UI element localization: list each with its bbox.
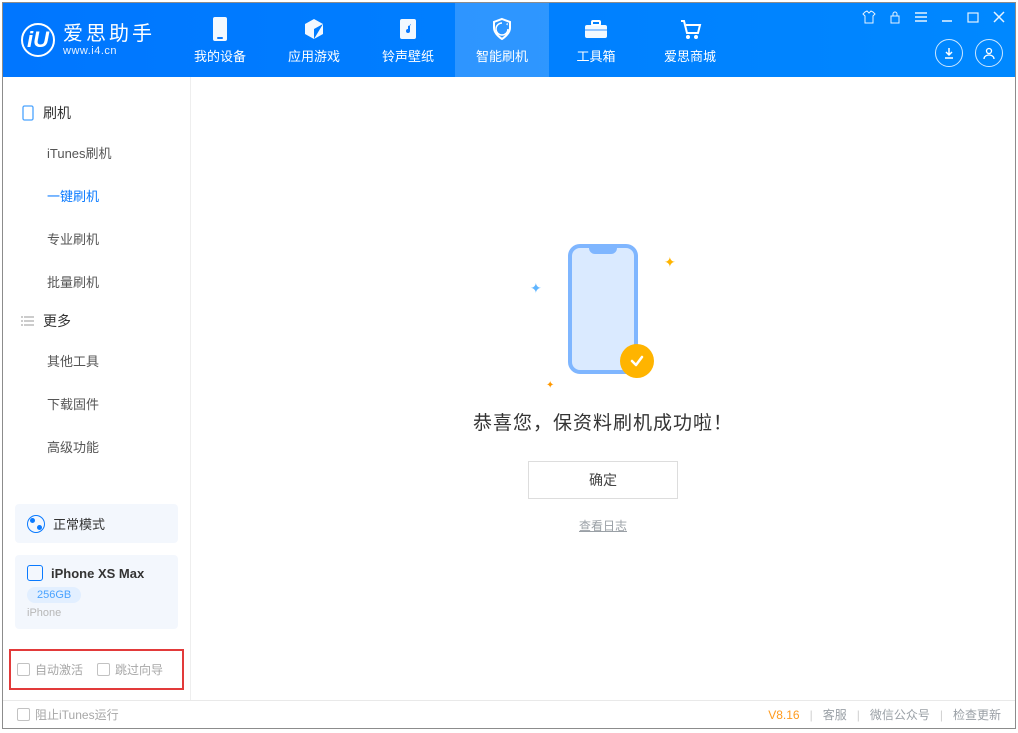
nav-ringtone-wallpaper[interactable]: 铃声壁纸 <box>361 3 455 77</box>
toolbox-icon <box>583 16 609 42</box>
phone-icon <box>207 16 233 42</box>
sidebar-group-flash: 刷机 <box>3 95 190 131</box>
checkbox-icon <box>17 708 30 721</box>
app-window: iU 爱思助手 www.i4.cn 我的设备 应用游戏 铃声壁纸 智能刷机 <box>2 2 1016 729</box>
checkbox-icon <box>17 663 30 676</box>
footer-link-wechat[interactable]: 微信公众号 <box>870 706 930 723</box>
list-icon <box>21 314 35 328</box>
checkmark-badge-icon <box>620 344 654 378</box>
success-message: 恭喜您，保资料刷机成功啦！ <box>473 408 733 435</box>
app-url: www.i4.cn <box>63 45 155 57</box>
sidebar-item-itunes-flash[interactable]: iTunes刷机 <box>47 131 190 174</box>
view-log-link[interactable]: 查看日志 <box>579 517 627 534</box>
header: iU 爱思助手 www.i4.cn 我的设备 应用游戏 铃声壁纸 智能刷机 <box>3 3 1015 77</box>
nav-my-device[interactable]: 我的设备 <box>173 3 267 77</box>
sidebar-item-pro-flash[interactable]: 专业刷机 <box>47 217 190 260</box>
device-name: iPhone XS Max <box>51 566 144 581</box>
shield-icon <box>489 16 515 42</box>
window-controls <box>861 9 1007 25</box>
nav-store[interactable]: 爱思商城 <box>643 3 737 77</box>
sparkle-icon: ✦ <box>664 254 674 264</box>
sidebar-item-batch-flash[interactable]: 批量刷机 <box>47 260 190 303</box>
checkbox-block-itunes[interactable]: 阻止iTunes运行 <box>17 706 119 723</box>
checkbox-icon <box>97 663 110 676</box>
storage-badge: 256GB <box>27 587 81 603</box>
nav-toolbox[interactable]: 工具箱 <box>549 3 643 77</box>
sparkle-icon: ✦ <box>530 280 540 290</box>
logo-icon: iU <box>21 23 55 57</box>
menu-icon[interactable] <box>913 9 929 25</box>
ok-button[interactable]: 确定 <box>528 461 678 499</box>
nav-apps-games[interactable]: 应用游戏 <box>267 3 361 77</box>
nav-smart-flash[interactable]: 智能刷机 <box>455 3 549 77</box>
sidebar-item-advanced[interactable]: 高级功能 <box>47 425 190 468</box>
body: 刷机 iTunes刷机 一键刷机 专业刷机 批量刷机 更多 其他工具 下载固件 … <box>3 77 1015 700</box>
device-type: iPhone <box>27 607 166 619</box>
mode-label: 正常模式 <box>53 514 105 533</box>
success-illustration: ✦ ✦ ✦ <box>558 244 648 384</box>
header-actions <box>935 39 1003 67</box>
shirt-icon[interactable] <box>861 9 877 25</box>
device-icon <box>27 565 43 581</box>
sidebar-item-download-firmware[interactable]: 下载固件 <box>47 382 190 425</box>
user-icon[interactable] <box>975 39 1003 67</box>
music-icon <box>395 16 421 42</box>
lock-icon[interactable] <box>887 9 903 25</box>
mode-icon <box>27 515 45 533</box>
checkbox-auto-activate[interactable]: 自动激活 <box>17 661 83 678</box>
logo[interactable]: iU 爱思助手 www.i4.cn <box>3 23 173 57</box>
device-card[interactable]: iPhone XS Max 256GB iPhone <box>15 555 178 629</box>
footer-link-support[interactable]: 客服 <box>823 706 847 723</box>
options-box: 自动激活 跳过向导 <box>9 649 184 690</box>
sidebar-item-oneclick-flash[interactable]: 一键刷机 <box>47 174 190 217</box>
checkbox-skip-guide[interactable]: 跳过向导 <box>97 661 163 678</box>
version-label: V8.16 <box>768 708 799 722</box>
top-nav: 我的设备 应用游戏 铃声壁纸 智能刷机 工具箱 爱思商城 <box>173 3 737 77</box>
maximize-icon[interactable] <box>965 9 981 25</box>
download-icon[interactable] <box>935 39 963 67</box>
footer: 阻止iTunes运行 V8.16 | 客服 | 微信公众号 | 检查更新 <box>3 700 1015 728</box>
cart-icon <box>677 16 703 42</box>
app-name: 爱思助手 <box>63 23 155 45</box>
minimize-icon[interactable] <box>939 9 955 25</box>
device-small-icon <box>21 106 35 120</box>
cube-icon <box>301 16 327 42</box>
close-icon[interactable] <box>991 9 1007 25</box>
main-content: ✦ ✦ ✦ 恭喜您，保资料刷机成功啦！ 确定 查看日志 <box>191 77 1015 700</box>
sidebar: 刷机 iTunes刷机 一键刷机 专业刷机 批量刷机 更多 其他工具 下载固件 … <box>3 77 191 700</box>
sidebar-group-more: 更多 <box>3 303 190 339</box>
mode-card[interactable]: 正常模式 <box>15 504 178 543</box>
sidebar-item-other-tools[interactable]: 其他工具 <box>47 339 190 382</box>
footer-link-update[interactable]: 检查更新 <box>953 706 1001 723</box>
sparkle-icon: ✦ <box>546 380 556 390</box>
